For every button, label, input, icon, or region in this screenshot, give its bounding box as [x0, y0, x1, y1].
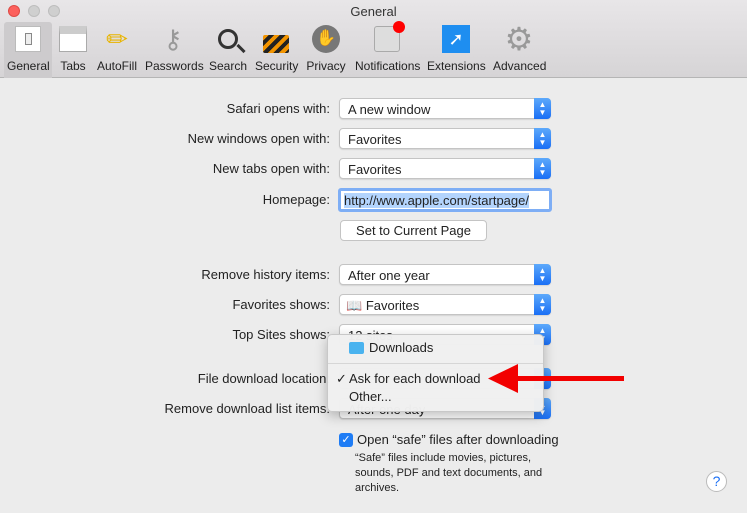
title-bar: General General Tabs ✏ AutoFill ⚷ Password…: [0, 0, 747, 78]
chevron-updown-icon: ▲▼: [534, 264, 551, 285]
red-arrow-annotation: [488, 364, 624, 393]
pencil-icon: ✏: [106, 23, 128, 54]
general-switch-icon: [15, 26, 41, 52]
notification-badge-icon: [352, 21, 422, 56]
tab-security[interactable]: Security: [252, 22, 300, 78]
menu-item-downloads[interactable]: Downloads: [328, 339, 543, 357]
open-safe-label: Open “safe” files after downloading: [357, 432, 559, 447]
chevron-updown-icon: ▲▼: [534, 98, 551, 119]
safe-files-note: “Safe” files include movies, pictures, s…: [355, 452, 543, 494]
window-title: General: [350, 4, 397, 19]
padlock-icon: [252, 22, 300, 56]
open-safe-checkbox[interactable]: ✓: [339, 433, 353, 447]
remove-history-row: Remove history items: After one year ▲ ▼: [0, 264, 747, 286]
safari-opens-row: Safari opens with: A new window ▲ ▼: [0, 98, 747, 120]
key-icon: ⚷: [163, 23, 183, 54]
tabs-icon: [59, 26, 87, 52]
tab-advanced[interactable]: ⚙ Advanced: [490, 21, 548, 78]
new-windows-row: New windows open with: Favorites ▲ ▼: [0, 128, 747, 150]
new-windows-select[interactable]: Favorites ▲ ▼: [339, 128, 551, 149]
set-current-page-button[interactable]: Set to Current Page: [340, 220, 487, 241]
book-icon: 📖: [346, 298, 363, 313]
homepage-row: Homepage: http://www.apple.com/startpage…: [0, 188, 747, 212]
favorites-shows-select[interactable]: 📖 Favorites ▲ ▼: [339, 294, 551, 315]
new-tabs-select[interactable]: Favorites ▲ ▼: [339, 158, 551, 179]
puzzle-compass-icon: ➚: [424, 22, 488, 56]
gear-icon: ⚙: [504, 21, 534, 57]
safari-opens-select[interactable]: A new window ▲ ▼: [339, 98, 551, 119]
chevron-updown-icon: ▲▼: [534, 158, 551, 179]
magnifier-icon: [206, 22, 250, 56]
tab-tabs[interactable]: Tabs: [54, 22, 92, 78]
tab-extensions[interactable]: ➚ Extensions: [424, 22, 488, 78]
downloads-folder-icon: [349, 342, 364, 354]
help-button[interactable]: ?: [706, 471, 727, 492]
tab-notifications[interactable]: Notifications: [352, 21, 422, 78]
tab-autofill[interactable]: ✏ AutoFill: [94, 22, 140, 78]
remove-history-select[interactable]: After one year ▲ ▼: [339, 264, 551, 285]
chevron-updown-icon: ▲▼: [534, 128, 551, 149]
favorites-shows-row: Favorites shows: 📖 Favorites ▲ ▼: [0, 294, 747, 316]
hand-icon: ✋: [302, 22, 350, 56]
new-tabs-row: New tabs open with: Favorites ▲ ▼: [0, 158, 747, 180]
tab-search[interactable]: Search: [206, 22, 250, 78]
chevron-updown-icon: ▲▼: [534, 294, 551, 315]
tab-passwords[interactable]: ⚷ Passwords: [142, 22, 204, 78]
tab-general[interactable]: General: [4, 22, 52, 78]
tab-privacy[interactable]: ✋ Privacy: [302, 22, 350, 78]
homepage-input[interactable]: http://www.apple.com/startpage/: [338, 188, 552, 212]
